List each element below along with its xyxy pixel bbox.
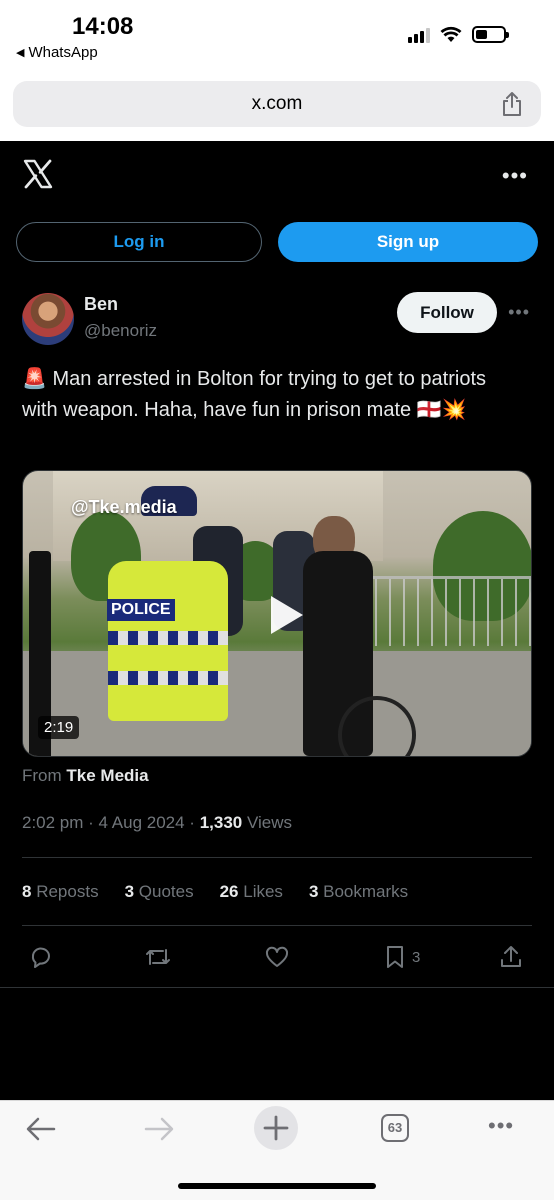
tweet-meta: 2:02 pm · 4 Aug 2024 · 1,330 Views (22, 813, 293, 832)
wifi-icon (440, 26, 462, 42)
tweet-text: 🚨 Man arrested in Bolton for trying to g… (22, 368, 487, 421)
back-triangle-icon: ◀ (16, 47, 25, 59)
media-source-name[interactable]: Tke Media (66, 766, 148, 785)
bookmark-icon (387, 946, 403, 968)
tweet-stats: 8 Reposts 3 Quotes 26 Likes 3 Bookmarks (22, 882, 408, 902)
quotes-label: Quotes (138, 882, 194, 901)
quotes-stat[interactable]: 3 Quotes (125, 882, 194, 902)
divider (22, 857, 532, 858)
media-source-prefix: From (22, 766, 62, 785)
heart-icon (265, 946, 289, 967)
tabs-icon[interactable]: 63 (381, 1114, 409, 1142)
video-scene-fence (363, 576, 531, 646)
share-icon (501, 946, 521, 967)
likes-label: Likes (243, 882, 283, 901)
tweet-date[interactable]: 4 Aug 2024 (99, 813, 185, 832)
battery-icon (472, 26, 509, 43)
play-icon[interactable] (259, 590, 309, 640)
video-duration: 2:19 (38, 716, 80, 739)
tweet-video[interactable]: POLICE @Tke.media 2:19 (22, 470, 532, 757)
video-scene-pavement (23, 651, 531, 756)
reposts-label: Reposts (36, 882, 99, 901)
browser-top-area: 14:08 ◀ WhatsApp x.com (0, 0, 554, 141)
bookmarks-stat[interactable]: 3 Bookmarks (309, 882, 408, 902)
quotes-count: 3 (124, 882, 135, 901)
share-button[interactable] (498, 944, 524, 970)
forward-icon[interactable] (142, 1115, 176, 1143)
reply-icon (31, 947, 50, 968)
status-time: 14:08 (72, 13, 134, 40)
tweet-time[interactable]: 2:02 pm (22, 813, 83, 832)
login-button[interactable]: Log in (16, 222, 262, 262)
divider (22, 925, 532, 926)
address-bar[interactable]: x.com (13, 81, 541, 127)
avatar[interactable] (22, 293, 74, 345)
bookmark-count: 3 (412, 948, 421, 966)
likes-count: 26 (219, 882, 239, 901)
tweet-actions: 3 (22, 940, 532, 976)
status-icons (408, 26, 509, 43)
back-app-label: WhatsApp (28, 44, 98, 61)
follow-button[interactable]: Follow (397, 292, 497, 333)
reposts-stat[interactable]: 8 Reposts (22, 882, 99, 902)
repost-icon (146, 949, 170, 965)
video-watermark: @Tke.media (71, 497, 177, 517)
url-text: x.com (251, 93, 303, 114)
back-to-app-link[interactable]: ◀ WhatsApp (16, 44, 98, 61)
tweet-more-icon[interactable]: ••• (508, 302, 530, 323)
repost-button[interactable] (144, 944, 172, 970)
share-icon[interactable] (501, 91, 523, 117)
views-count: 1,330 (199, 813, 243, 832)
video-scene-hi-vis-vest (108, 561, 228, 721)
media-source[interactable]: From Tke Media (22, 766, 149, 786)
bookmark-button[interactable]: 3 (384, 944, 420, 970)
back-icon[interactable] (24, 1115, 58, 1143)
bookmarks-label: Bookmarks (323, 882, 409, 901)
likes-stat[interactable]: 26 Likes (220, 882, 283, 902)
x-logo-icon[interactable] (22, 158, 54, 190)
like-button[interactable] (264, 944, 290, 970)
bookmarks-count: 3 (308, 882, 319, 901)
views-label: Views (246, 813, 293, 832)
more-icon[interactable]: ••• (488, 1113, 514, 1139)
author-handle[interactable]: @benoriz (84, 321, 157, 341)
new-tab-icon (263, 1115, 289, 1141)
new-tab-button[interactable] (254, 1106, 298, 1150)
reposts-count: 8 (22, 882, 32, 901)
police-vest-text: POLICE (107, 599, 175, 621)
divider (0, 987, 554, 988)
reply-button[interactable] (28, 944, 54, 970)
home-indicator (178, 1183, 376, 1189)
author-name[interactable]: Ben (84, 294, 118, 315)
cellular-signal-icon (408, 27, 430, 43)
signup-button[interactable]: Sign up (278, 222, 538, 262)
more-options-icon[interactable]: ••• (502, 163, 528, 189)
